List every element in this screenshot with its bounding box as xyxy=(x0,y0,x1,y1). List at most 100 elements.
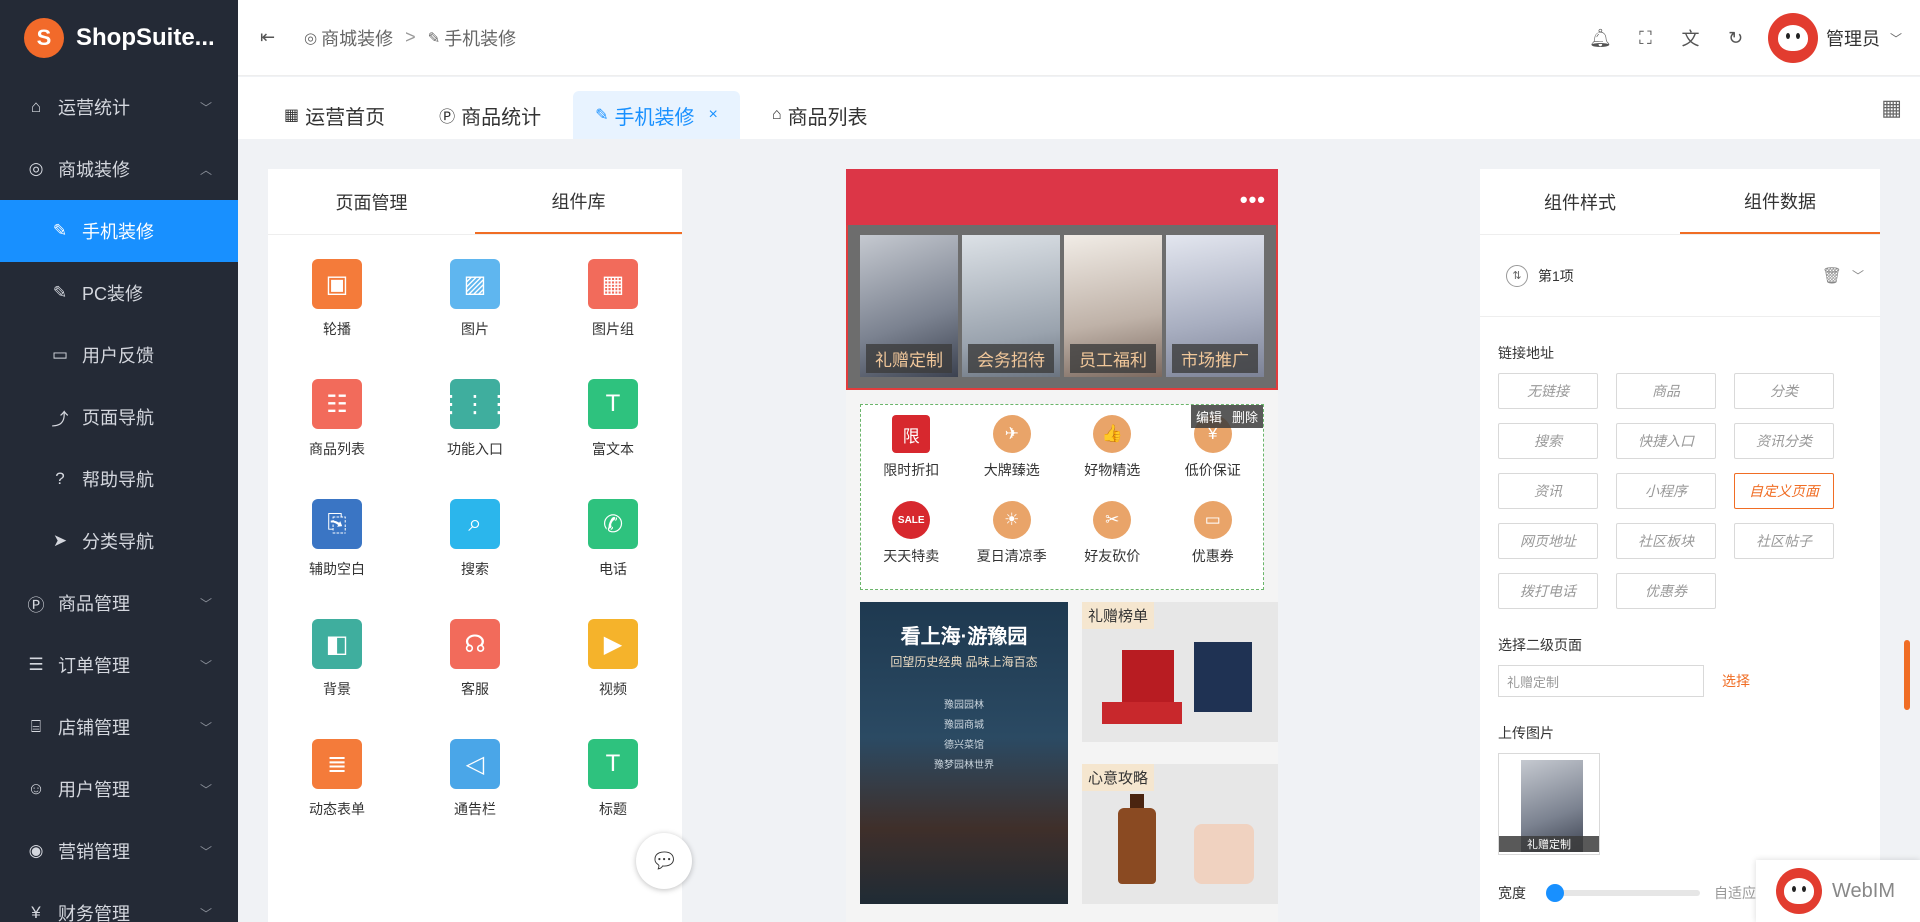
item-header[interactable]: ⇅ 第1项 🗑︎ ﹀ xyxy=(1480,235,1880,317)
translate-icon[interactable]: 文 xyxy=(1668,25,1713,51)
sidebar-item[interactable]: ✎ 手机装修 xyxy=(0,200,238,262)
second-page-input[interactable]: 礼赠定制 xyxy=(1498,665,1704,697)
select-page-link[interactable]: 选择 xyxy=(1722,671,1750,691)
sidebar-item[interactable]: Ⓟ 商品管理 ﹀ xyxy=(0,572,238,634)
sidebar-item[interactable]: ◎ 商城装修 ︿ xyxy=(0,138,238,200)
chat-icon[interactable]: 💬︎ xyxy=(636,833,692,889)
tab-page[interactable]: ⌂ 商品列表 xyxy=(750,91,890,139)
collapse-menu-icon[interactable]: ⇤ xyxy=(260,27,290,48)
promo-module[interactable]: 看上海·游豫园 回望历史经典 品味上海百态 豫园园林 豫园商城 德兴菜馆 豫梦园… xyxy=(860,602,1278,904)
sidebar-item[interactable]: ⤴ 页面导航 xyxy=(0,386,238,448)
breadcrumb-item-decor[interactable]: 商城装修 xyxy=(321,25,393,51)
icon-entry-module[interactable]: 编辑 删除 限限时折扣 ✈ 大牌臻选 👍 好物精选 ¥ 低价保证 SALE 天天特卖 ☀ 夏日清凉… xyxy=(860,404,1264,590)
chevron-icon: ︿ xyxy=(199,162,212,177)
link-type-button[interactable]: 搜索 xyxy=(1498,423,1598,459)
banner-module[interactable]: 礼赠定制 会务招待 员工福利 市场推广 xyxy=(846,225,1278,390)
component-item[interactable]: ⌕ 搜索 xyxy=(406,499,544,579)
tab-page-management[interactable]: 页面管理 xyxy=(268,169,475,234)
component-item[interactable]: ☷ 商品列表 xyxy=(268,379,406,459)
icon-entry[interactable]: SALE 天天特卖 xyxy=(861,501,962,587)
more-dots-icon[interactable]: ••• xyxy=(1240,187,1266,213)
scrollbar[interactable] xyxy=(1904,640,1910,710)
icon-entry[interactable]: ✂ 好友砍价 xyxy=(1062,501,1163,587)
link-type-button[interactable]: 分类 xyxy=(1734,373,1834,409)
webim-widget[interactable]: WebIM xyxy=(1756,860,1920,922)
edit-module-button[interactable]: 编辑 xyxy=(1190,405,1227,428)
link-type-button[interactable]: 资讯分类 xyxy=(1734,423,1834,459)
component-item[interactable]: ⋮⋮⋮ 功能入口 xyxy=(406,379,544,459)
tab-menu-grid-icon[interactable]: ▦ xyxy=(1881,95,1902,121)
tab-page[interactable]: ✎ 手机装修 × xyxy=(573,91,740,139)
auto-width-label[interactable]: 自适应 xyxy=(1714,883,1756,903)
promo-gift-ranking[interactable]: 礼赠榜单 xyxy=(1082,602,1278,742)
component-item[interactable]: T 标题 xyxy=(544,739,682,819)
sidebar-item[interactable]: ◉ 营销管理 ﹀ xyxy=(0,820,238,882)
component-item[interactable]: ◁ 通告栏 xyxy=(406,739,544,819)
banner-card[interactable]: 市场推广 xyxy=(1166,235,1264,377)
link-type-button[interactable]: 无链接 xyxy=(1498,373,1598,409)
icon-entry[interactable]: ☀ 夏日清凉季 xyxy=(962,501,1063,587)
sidebar-item[interactable]: ⌸ 店铺管理 ﹀ xyxy=(0,696,238,758)
sidebar-item[interactable]: ▭ 用户反馈 xyxy=(0,324,238,386)
component-item[interactable]: ▣ 轮播 xyxy=(268,259,406,339)
banner-card[interactable]: 礼赠定制 xyxy=(860,235,958,377)
width-slider[interactable] xyxy=(1546,884,1700,902)
refresh-icon[interactable]: ↻ xyxy=(1713,28,1758,49)
icon-entry[interactable]: 👍 好物精选 xyxy=(1062,415,1163,501)
link-type-button[interactable]: 快捷入口 xyxy=(1616,423,1716,459)
tab-page[interactable]: ▦ 运营首页 xyxy=(262,91,407,139)
avatar[interactable] xyxy=(1767,13,1818,63)
delete-module-button[interactable]: 删除 xyxy=(1226,405,1263,428)
link-type-button[interactable]: 网页地址 xyxy=(1498,523,1598,559)
sidebar-item[interactable]: ? 帮助导航 xyxy=(0,448,238,510)
slider-knob[interactable] xyxy=(1546,884,1564,902)
breadcrumb-item-mobile[interactable]: 手机装修 xyxy=(444,25,516,51)
component-item[interactable]: ≣ 动态表单 xyxy=(268,739,406,819)
promo-gift-guide[interactable]: 心意攻略 xyxy=(1082,764,1278,904)
component-item[interactable]: T 富文本 xyxy=(544,379,682,459)
drag-handle-icon[interactable]: ⇅ xyxy=(1506,264,1528,287)
sidebar-item[interactable]: ✎ PC装修 xyxy=(0,262,238,324)
fullscreen-icon[interactable]: ⛶ xyxy=(1623,28,1668,49)
tab-component-data[interactable]: 组件数据 xyxy=(1680,169,1880,234)
component-item[interactable]: ▦ 图片组 xyxy=(544,259,682,339)
component-label: 商品列表 xyxy=(309,441,365,457)
link-type-button[interactable]: 社区帖子 xyxy=(1734,523,1834,559)
sidebar-item[interactable]: ☺ 用户管理 ﹀ xyxy=(0,758,238,820)
finance-icon: ¥ xyxy=(31,903,41,922)
bell-icon[interactable]: 🔔︎ xyxy=(1578,28,1623,49)
link-type-button[interactable]: 社区板块 xyxy=(1616,523,1716,559)
chevron-down-icon[interactable]: ﹀ xyxy=(1852,267,1864,284)
link-type-button[interactable]: 小程序 xyxy=(1616,473,1716,509)
component-item[interactable]: ◧ 背景 xyxy=(268,619,406,699)
sidebar-item[interactable]: ➤ 分类导航 xyxy=(0,510,238,572)
sidebar-item[interactable]: ¥ 财务管理 ﹀ xyxy=(0,882,238,922)
link-type-button[interactable]: 商品 xyxy=(1616,373,1716,409)
component-item[interactable]: ⎘ 辅助空白 xyxy=(268,499,406,579)
link-type-button[interactable]: 优惠券 xyxy=(1616,573,1716,609)
component-item[interactable]: ☊ 客服 xyxy=(406,619,544,699)
icon-entry[interactable]: ✈ 大牌臻选 xyxy=(962,415,1063,501)
link-type-button[interactable]: 自定义页面 xyxy=(1734,473,1834,509)
link-type-button[interactable]: 拨打电话 xyxy=(1498,573,1598,609)
close-icon[interactable]: × xyxy=(709,106,718,124)
trash-icon[interactable]: 🗑︎ xyxy=(1822,266,1842,286)
banner-card[interactable]: 会务招待 xyxy=(962,235,1060,377)
brand[interactable]: S ShopSuite... xyxy=(0,0,238,76)
component-item[interactable]: ✆ 电话 xyxy=(544,499,682,579)
icon-entry[interactable]: ▭ 优惠券 xyxy=(1163,501,1264,587)
upload-image-box[interactable]: 礼赠定制 xyxy=(1498,753,1600,855)
sidebar-item[interactable]: ☰ 订单管理 ﹀ xyxy=(0,634,238,696)
icon-entry[interactable]: 限限时折扣 xyxy=(861,415,962,501)
component-item[interactable]: ▶ 视频 xyxy=(544,619,682,699)
chevron-down-icon[interactable]: ﹀ xyxy=(1890,30,1902,47)
tab-page[interactable]: Ⓟ 商品统计 xyxy=(417,91,563,139)
banner-card[interactable]: 员工福利 xyxy=(1064,235,1162,377)
component-item[interactable]: ▨ 图片 xyxy=(406,259,544,339)
sidebar-item[interactable]: ⌂ 运营统计 ﹀ xyxy=(0,76,238,138)
promo-poster[interactable]: 看上海·游豫园 回望历史经典 品味上海百态 豫园园林 豫园商城 德兴菜馆 豫梦园… xyxy=(860,602,1068,904)
link-type-button[interactable]: 资讯 xyxy=(1498,473,1598,509)
tab-component-library[interactable]: 组件库 xyxy=(475,169,682,234)
tab-component-style[interactable]: 组件样式 xyxy=(1480,169,1680,234)
admin-name[interactable]: 管理员 xyxy=(1826,25,1880,51)
